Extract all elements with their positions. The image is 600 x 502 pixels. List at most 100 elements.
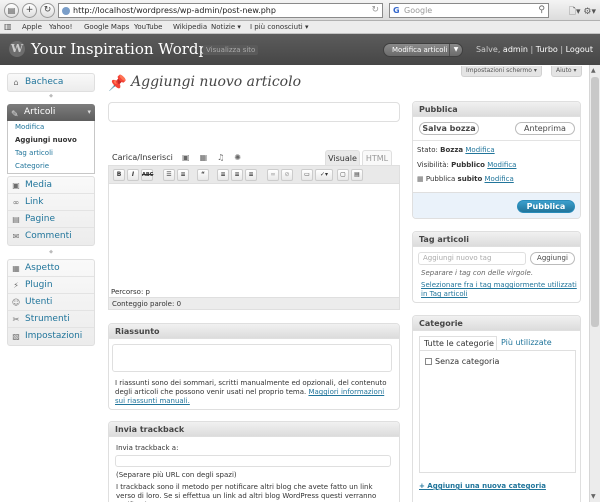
categories-box: Categorie Tutte le categorie Più utilizz… [412,315,581,502]
trackback-title[interactable]: Invia trackback [109,422,399,437]
bookmark-apple[interactable]: Apple [22,21,42,33]
tab-html[interactable]: HTML [362,150,392,165]
menu-item-pagine[interactable]: ▤ Pagine [8,211,94,228]
spellcheck-icon[interactable]: ✓▾ [315,169,333,181]
username-link[interactable]: admin [503,45,528,54]
most-used-tags-link[interactable]: Selezionare fra i tag maggiormente utili… [421,281,579,299]
strikethrough-icon[interactable]: ABC [141,169,153,181]
turbo-link[interactable]: Turbo [536,45,558,54]
tab-visual[interactable]: Visuale [325,150,360,165]
menu-separator[interactable]: ◆ [7,250,95,255]
dashboard-icon: ⌂ [13,78,19,87]
favorite-actions-button[interactable]: Modifica articoli ▼ [383,43,463,57]
preview-button[interactable]: Anteprima [515,122,575,135]
category-label: Senza categoria [435,357,500,366]
submenu-modifica[interactable]: Modifica [8,121,94,134]
address-bar[interactable]: http://localhost/wordpress/wp-admin/post… [58,3,383,18]
submenu-tag-articoli[interactable]: Tag articoli [8,147,94,160]
menu-item-media[interactable]: ▣ Media [8,177,94,194]
tab-most-used[interactable]: Più utilizzate [501,336,552,350]
page-scrollbar[interactable]: ▲ ▼ [589,65,600,502]
blockquote-icon[interactable]: “ [197,169,209,181]
bookmarks-book-icon[interactable]: ▥ [4,21,12,33]
menu-item-commenti[interactable]: ✉ Commenti [8,228,94,245]
align-right-icon[interactable]: ≡ [245,169,257,181]
menu-item-bacheca[interactable]: ⌂ Bacheca [8,74,94,91]
bookmark-manager-icon[interactable]: ▤ [4,3,19,18]
menu-separator[interactable]: ◆ [7,94,95,99]
collapse-arrow-icon[interactable]: ▾ [87,104,91,121]
category-checkbox[interactable] [425,358,432,365]
bookmark-google-maps[interactable]: Google Maps [84,21,129,33]
view-site-link[interactable]: Visualizza sito [203,45,259,55]
publish-time-edit-link[interactable]: Modifica [485,175,514,183]
search-icon[interactable]: ⚲ [538,4,545,17]
save-draft-button[interactable]: Salva bozza [419,122,479,135]
submenu-categorie[interactable]: Categorie [8,160,94,173]
media-buttons[interactable]: ▣▦♫✺ [182,153,251,162]
submenu-aggiungi-nuovo[interactable]: Aggiungi nuovo [8,134,94,147]
visibility-edit-link[interactable]: Modifica [487,161,516,169]
scrollbar-thumb[interactable] [591,77,599,327]
add-video-icon[interactable]: ▦ [200,153,218,162]
add-tab-icon[interactable]: + [22,3,37,18]
add-category-link[interactable]: + Aggiungi una nuova categoria [419,482,546,491]
screen-options-tab[interactable]: Impostazioni schermo ▾ [461,66,542,77]
menu-item-utenti[interactable]: ☺ Utenti [8,294,94,311]
fullscreen-icon[interactable]: ▢ [337,169,349,181]
bullet-list-icon[interactable]: ☰ [163,169,175,181]
numbered-list-icon[interactable]: ≡ [177,169,189,181]
new-tag-input[interactable]: Aggiungi nuovo tag [418,252,526,265]
categories-title[interactable]: Categorie [413,316,580,331]
bookmark-wikipedia[interactable]: Wikipedia [173,21,207,33]
menu-item-plugin[interactable]: ⚡ Plugin [8,277,94,294]
bookmarks-bar: ▥ Apple Yahoo! Google Maps YouTube Wikip… [0,21,600,34]
bookmark-notizie[interactable]: Notizie ▾ [211,21,241,33]
excerpt-textarea[interactable] [112,344,392,372]
post-editor[interactable]: B I ABC ☰ ≡ “ ≡ ≡ ≡ ∞ ⊘ ▭ ✓▾ ▢ ▤ Percors… [108,165,400,310]
dropdown-arrow-icon[interactable]: ▼ [449,44,462,56]
user-info: Salve, admin | Turbo | Logout [476,45,593,54]
toolbar-menu-icons[interactable]: 🗋▾ ⚙▾ [569,4,596,20]
publish-actions: Pubblica [413,192,580,218]
publish-title[interactable]: Pubblica [413,102,580,117]
bold-icon[interactable]: B [113,169,125,181]
trackback-input[interactable] [115,455,391,467]
menu-item-strumenti[interactable]: ✂ Strumenti [8,311,94,328]
unlink-icon[interactable]: ⊘ [281,169,293,181]
menu-item-aspetto[interactable]: ▦ Aspetto [8,260,94,277]
scroll-up-icon[interactable]: ▲ [591,67,596,74]
post-title-input[interactable] [108,102,400,122]
settings-gear-icon[interactable]: ⚙▾ [583,7,596,17]
publish-button[interactable]: Pubblica [517,200,575,213]
tags-title[interactable]: Tag articoli [413,232,580,247]
bookmark-youtube[interactable]: YouTube [134,21,162,33]
category-item[interactable]: Senza categoria [425,357,499,366]
add-audio-icon[interactable]: ♫ [217,153,234,162]
kitchen-sink-icon[interactable]: ▤ [351,169,363,181]
align-left-icon[interactable]: ≡ [217,169,229,181]
bookmark-yahoo[interactable]: Yahoo! [49,21,72,33]
excerpt-title[interactable]: Riassunto [109,324,399,339]
help-tab[interactable]: Aiuto ▾ [551,66,582,77]
align-center-icon[interactable]: ≡ [231,169,243,181]
search-input[interactable]: G Google ⚲ [389,3,549,18]
add-media-icon[interactable]: ✺ [234,153,251,162]
add-tag-button[interactable]: Aggiungi [530,252,575,265]
link-icon[interactable]: ∞ [267,169,279,181]
scroll-down-icon[interactable]: ▼ [591,493,596,500]
logout-link[interactable]: Logout [566,45,593,54]
bookmark-most-visited[interactable]: I più conosciuti ▾ [250,21,309,33]
status-edit-link[interactable]: Modifica [465,146,494,154]
menu-item-articoli[interactable]: ✎ Articoli ▾ [7,104,95,121]
menu-item-link[interactable]: ∞ Link [8,194,94,211]
tab-all-categories[interactable]: Tutte le categorie [419,336,497,350]
page-menu-icon[interactable]: 🗋▾ [569,7,581,17]
trackback-label: Invia trackback a: [116,444,179,452]
reload-icon[interactable]: ↻ [371,4,379,17]
add-image-icon[interactable]: ▣ [182,153,200,162]
more-tag-icon[interactable]: ▭ [301,169,313,181]
italic-icon[interactable]: I [127,169,139,181]
history-icon[interactable]: ↻ [40,3,55,18]
menu-item-impostazioni[interactable]: ▧ Impostazioni [8,328,94,345]
